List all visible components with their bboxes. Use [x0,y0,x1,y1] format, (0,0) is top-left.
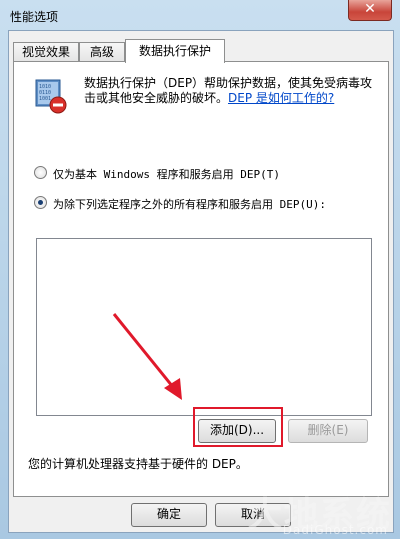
tab-advanced[interactable]: 高级 [79,42,125,62]
dialog-client: 视觉效果 高级 数据执行保护 1010 0110 1001 数据执行保护（DEP）帮… [8,30,394,533]
hardware-dep-note: 您的计算机处理器支持基于硬件的 DEP。 [28,457,248,471]
watermark-url: DadiGhost.com [282,523,388,537]
site-watermark: 大地系统 DadiGhost.com [236,485,396,537]
tab-label: 高级 [89,45,114,59]
ok-button-label: 确定 [156,507,181,521]
title-bar[interactable]: 性能选项 ✕ [0,0,400,30]
remove-button-label: 删除(E) [307,423,349,437]
performance-options-window: 性能选项 ✕ 视觉效果 高级 数据执行保护 1010 0110 1001 数据执… [0,0,400,539]
close-icon: ✕ [364,1,376,17]
highlight-box-annotation [193,407,283,447]
remove-program-button[interactable]: 删除(E) [288,419,368,443]
tab-dep[interactable]: 数据执行保护 [125,39,225,63]
close-button[interactable]: ✕ [348,0,392,21]
dep-tab-panel: 1010 0110 1001 数据执行保护（DEP）帮助保护数据，使其免受病毒攻击或… [13,61,389,497]
ok-button[interactable]: 确定 [131,503,207,527]
tab-label: 数据执行保护 [138,44,211,58]
tab-visual-effects[interactable]: 视觉效果 [13,42,79,62]
tab-label: 视觉效果 [21,45,70,59]
window-title: 性能选项 [10,10,59,24]
